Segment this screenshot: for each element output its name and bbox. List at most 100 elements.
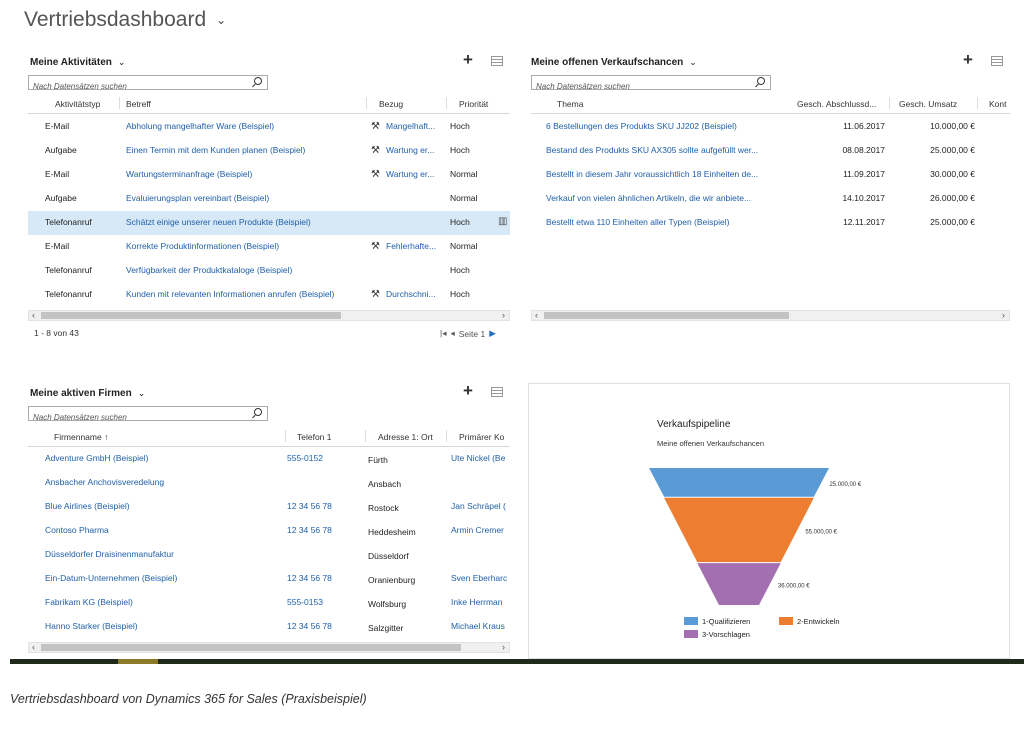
activity-subject-link[interactable]: Abholung mangelhafter Ware (Beispiel) bbox=[126, 121, 366, 131]
account-name-link[interactable]: Contoso Pharma bbox=[45, 525, 285, 535]
scroll-right-icon[interactable]: › bbox=[502, 310, 505, 320]
opportunity-topic-link[interactable]: Verkauf von vielen ähnlichen Artikeln, d… bbox=[546, 193, 786, 203]
column-header[interactable]: Firmenname ↑ bbox=[54, 432, 108, 442]
legend-label[interactable]: 1-Qualifizieren bbox=[702, 617, 750, 626]
regarding-link[interactable]: Fehlerhafte... bbox=[386, 241, 446, 251]
funnel-segment-3[interactable] bbox=[697, 563, 781, 605]
funnel-segment-2[interactable] bbox=[664, 497, 814, 563]
account-name-link[interactable]: Blue Airlines (Beispiel) bbox=[45, 501, 285, 511]
activity-subject-link[interactable]: Korrekte Produktinformationen (Beispiel) bbox=[126, 241, 366, 251]
legend-label[interactable]: 2-Entwickeln bbox=[797, 617, 840, 626]
table-row[interactable]: Hanno Starker (Beispiel) 12 34 56 78 Salzg… bbox=[28, 615, 510, 639]
column-header[interactable]: Adresse 1: Ort bbox=[378, 432, 433, 442]
phone[interactable]: 555-0152 bbox=[287, 453, 362, 463]
chevron-down-icon[interactable]: ⌄ bbox=[138, 388, 146, 399]
search-input[interactable] bbox=[29, 80, 229, 93]
add-icon[interactable]: + bbox=[463, 382, 473, 399]
phone[interactable]: 12 34 56 78 bbox=[287, 501, 362, 511]
horizontal-scrollbar[interactable]: ‹ › bbox=[531, 310, 1010, 321]
table-row[interactable]: Ein-Datum-Unternehmen (Beispiel) 12 34 56… bbox=[28, 567, 510, 591]
table-row[interactable]: Fabrikam KG (Beispiel) 555-0153 Wolfsburg I… bbox=[28, 591, 510, 615]
phone[interactable]: 12 34 56 78 bbox=[287, 573, 362, 583]
activity-subject-link[interactable]: Evaluierungsplan vereinbart (Beispiel) bbox=[126, 193, 366, 203]
chevron-down-icon[interactable]: ⌄ bbox=[118, 57, 126, 68]
activities-title[interactable]: Meine Aktivitäten ⌄ bbox=[30, 57, 125, 68]
funnel-segment-1[interactable] bbox=[649, 468, 829, 497]
primary-contact-link[interactable]: Ute Nickel (Be bbox=[451, 453, 510, 463]
search-input[interactable] bbox=[532, 80, 732, 93]
activity-subject-link[interactable]: Kunden mit relevanten Informationen anru… bbox=[126, 289, 366, 299]
table-row[interactable]: E-Mail Abholung mangelhafter Ware (Beispi… bbox=[28, 115, 510, 139]
regarding-link[interactable]: Wartung er... bbox=[386, 169, 446, 179]
table-row[interactable]: Bestellt etwa 110 Einheiten aller Typen … bbox=[531, 211, 1010, 235]
horizontal-scrollbar[interactable]: ‹ › bbox=[28, 310, 510, 321]
legend-label[interactable]: 3-Vorschlagen bbox=[702, 630, 750, 639]
table-row[interactable]: Blue Airlines (Beispiel) 12 34 56 78 Rosto… bbox=[28, 495, 510, 519]
account-name-link[interactable]: Ansbacher Anchovisveredelung bbox=[45, 477, 285, 487]
scroll-thumb[interactable] bbox=[41, 312, 341, 319]
next-page-icon[interactable]: ▶ bbox=[489, 328, 496, 339]
primary-contact-link[interactable]: Inke Herrman bbox=[451, 597, 510, 607]
primary-contact-link[interactable]: Sven Eberharc bbox=[451, 573, 510, 583]
accounts-title[interactable]: Meine aktiven Firmen ⌄ bbox=[30, 388, 145, 399]
opportunity-topic-link[interactable]: Bestand des Produkts SKU AX305 sollte au… bbox=[546, 145, 786, 155]
account-name-link[interactable]: Adventure GmbH (Beispiel) bbox=[45, 453, 285, 463]
table-row[interactable]: Verkauf von vielen ähnlichen Artikeln, d… bbox=[531, 187, 1010, 211]
table-row[interactable]: Aufgabe Einen Termin mit dem Kunden plane… bbox=[28, 139, 510, 163]
opportunities-title[interactable]: Meine offenen Verkaufschancen ⌄ bbox=[531, 57, 697, 68]
add-icon[interactable]: + bbox=[463, 51, 473, 68]
table-row[interactable]: E-Mail Korrekte Produktinformationen (Bei… bbox=[28, 235, 510, 259]
search-icon[interactable] bbox=[757, 77, 765, 85]
table-row[interactable]: Bestellt in diesem Jahr voraussichtlich … bbox=[531, 163, 1010, 187]
phone[interactable]: 12 34 56 78 bbox=[287, 621, 362, 631]
phone[interactable]: 12 34 56 78 bbox=[287, 525, 362, 535]
activities-search[interactable] bbox=[28, 75, 268, 93]
table-row[interactable]: Telefonanruf Schätzt einige unserer neuen… bbox=[28, 211, 510, 235]
horizontal-scrollbar[interactable]: ‹ › bbox=[28, 642, 510, 653]
column-header[interactable]: Primärer Ko bbox=[459, 432, 504, 442]
add-icon[interactable]: + bbox=[963, 51, 973, 68]
scroll-left-icon[interactable]: ‹ bbox=[535, 310, 538, 320]
scroll-thumb[interactable] bbox=[41, 644, 461, 651]
column-header[interactable]: Gesch. Umsatz bbox=[899, 99, 957, 109]
regarding-link[interactable]: Mangelhaft... bbox=[386, 121, 446, 131]
table-row[interactable]: Aufgabe Evaluierungsplan vereinbart (Beis… bbox=[28, 187, 510, 211]
opportunity-topic-link[interactable]: Bestellt in diesem Jahr voraussichtlich … bbox=[546, 169, 786, 179]
regarding-link[interactable]: Durchschni... bbox=[386, 289, 446, 299]
table-row[interactable]: Bestand des Produkts SKU AX305 sollte au… bbox=[531, 139, 1010, 163]
table-row[interactable]: Telefonanruf Kunden mit relevanten Inform… bbox=[28, 283, 510, 307]
activity-subject-link[interactable]: Verfügbarkeit der Produktkataloge (Beisp… bbox=[126, 265, 366, 275]
chevron-down-icon[interactable]: ⌄ bbox=[216, 13, 226, 27]
page-title[interactable]: Vertriebsdashboard ⌄ bbox=[24, 8, 226, 32]
first-page-icon[interactable]: |◂ bbox=[440, 328, 446, 339]
table-row[interactable]: Düsseldorfer Draisinenmanufaktur Düsseldo… bbox=[28, 543, 510, 567]
previous-page-icon[interactable]: ◂ bbox=[450, 328, 454, 339]
grid-view-icon[interactable] bbox=[491, 56, 503, 66]
column-header[interactable]: Telefon 1 bbox=[297, 432, 332, 442]
table-row[interactable]: Adventure GmbH (Beispiel) 555-0152 Fürth Ut… bbox=[28, 447, 510, 471]
chevron-down-icon[interactable]: ⌄ bbox=[689, 57, 697, 68]
phone[interactable]: 555-0153 bbox=[287, 597, 362, 607]
search-icon[interactable] bbox=[254, 77, 262, 85]
activity-subject-link[interactable]: Schätzt einige unserer neuen Produkte (B… bbox=[126, 217, 366, 227]
column-header[interactable]: Betreff bbox=[126, 99, 151, 109]
column-header[interactable]: Kont bbox=[989, 99, 1007, 109]
account-name-link[interactable]: Düsseldorfer Draisinenmanufaktur bbox=[45, 549, 285, 559]
account-name-link[interactable]: Fabrikam KG (Beispiel) bbox=[45, 597, 285, 607]
account-name-link[interactable]: Ein-Datum-Unternehmen (Beispiel) bbox=[45, 573, 285, 583]
table-row[interactable]: Contoso Pharma 12 34 56 78 Heddesheim Armin… bbox=[28, 519, 510, 543]
scroll-thumb[interactable] bbox=[544, 312, 789, 319]
table-row[interactable]: E-Mail Wartungsterminanfrage (Beispiel) ⚒ W… bbox=[28, 163, 510, 187]
table-row[interactable]: Ansbacher Anchovisveredelung Ansbach bbox=[28, 471, 510, 495]
column-header[interactable]: Gesch. Abschlussd... bbox=[797, 99, 876, 109]
accounts-search[interactable] bbox=[28, 406, 268, 424]
regarding-link[interactable]: Wartung er... bbox=[386, 145, 446, 155]
scroll-left-icon[interactable]: ‹ bbox=[32, 642, 35, 652]
grid-view-icon[interactable] bbox=[991, 56, 1003, 66]
activity-subject-link[interactable]: Einen Termin mit dem Kunden planen (Beis… bbox=[126, 145, 366, 155]
column-header[interactable]: Bezug bbox=[379, 99, 403, 109]
primary-contact-link[interactable]: Armin Cremer bbox=[451, 525, 510, 535]
opportunity-topic-link[interactable]: Bestellt etwa 110 Einheiten aller Typen … bbox=[546, 217, 786, 227]
column-header[interactable]: Thema bbox=[557, 99, 583, 109]
scroll-right-icon[interactable]: › bbox=[502, 642, 505, 652]
